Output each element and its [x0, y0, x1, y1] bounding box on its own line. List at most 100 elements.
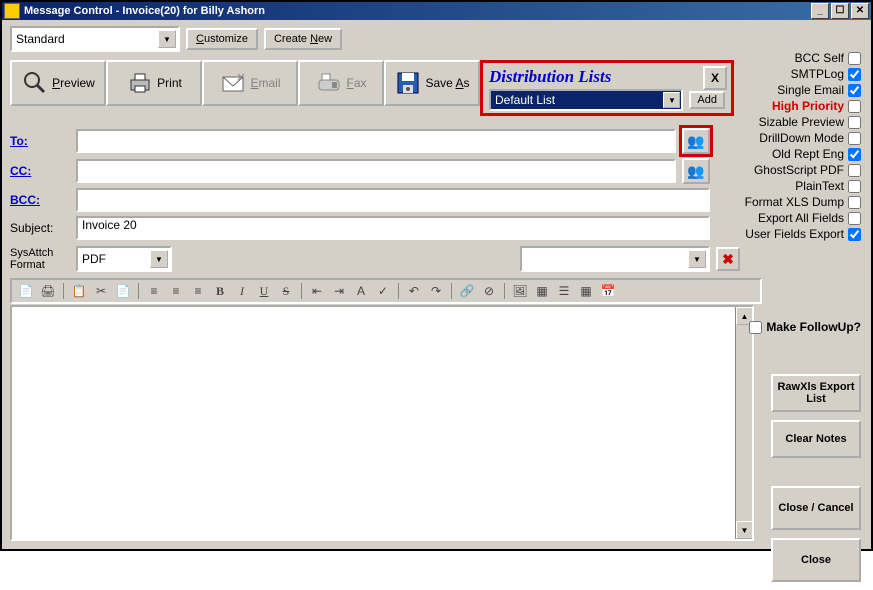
- bcc-self-checkbox[interactable]: [848, 52, 861, 65]
- high-priority-checkbox[interactable]: [848, 100, 861, 113]
- plaintext-checkbox[interactable]: [848, 180, 861, 193]
- export-all-label: Export All Fields: [758, 211, 844, 225]
- save-as-button[interactable]: Save As: [384, 60, 480, 106]
- user-fields-label: User Fields Export: [745, 227, 844, 241]
- printer-icon: [126, 69, 154, 97]
- old-rept-eng-checkbox[interactable]: [848, 148, 861, 161]
- distribution-add-button[interactable]: Add: [689, 91, 725, 109]
- font-icon[interactable]: A: [351, 282, 371, 300]
- customize-button[interactable]: Customize: [186, 28, 258, 50]
- export-all-checkbox[interactable]: [848, 212, 861, 225]
- image-icon[interactable]: 🖼: [510, 282, 530, 300]
- to-label[interactable]: To:: [10, 134, 70, 148]
- followup-label: Make FollowUp?: [766, 320, 861, 334]
- to-contacts-button[interactable]: 👥: [682, 128, 710, 154]
- smtplog-checkbox[interactable]: [848, 68, 861, 81]
- redo-icon[interactable]: ↷: [426, 282, 446, 300]
- format-xls-checkbox[interactable]: [848, 196, 861, 209]
- to-input[interactable]: [76, 129, 676, 153]
- attachment-dropdown[interactable]: ▼: [520, 246, 710, 272]
- titlebar: Message Control - Invoice(20) for Billy …: [2, 2, 871, 20]
- clear-notes-button[interactable]: Clear Notes: [771, 420, 861, 458]
- user-fields-checkbox[interactable]: [848, 228, 861, 241]
- rawxls-export-button[interactable]: RawXls Export List: [771, 374, 861, 412]
- link-icon[interactable]: 🔗: [457, 282, 477, 300]
- scroll-down-button[interactable]: ▼: [736, 521, 753, 539]
- distribution-close-button[interactable]: X: [703, 66, 727, 90]
- sysattach-label: SysAttch Format: [10, 247, 70, 271]
- bcc-label[interactable]: BCC:: [10, 193, 70, 207]
- date-icon[interactable]: 📅: [598, 282, 618, 300]
- drilldown-label: DrillDown Mode: [759, 131, 844, 145]
- unlink-icon[interactable]: ⊘: [479, 282, 499, 300]
- subject-input[interactable]: Invoice 20: [76, 216, 710, 240]
- undo-icon[interactable]: ↶: [404, 282, 424, 300]
- paste-icon[interactable]: 📄: [113, 282, 133, 300]
- chevron-down-icon: ▼: [158, 30, 176, 48]
- fax-label: Fax: [346, 76, 366, 90]
- create-new-button[interactable]: Create New: [264, 28, 342, 50]
- align-right-icon[interactable]: ≡: [188, 282, 208, 300]
- outdent-icon[interactable]: ⇤: [307, 282, 327, 300]
- cc-input[interactable]: [76, 159, 676, 183]
- bcc-self-label: BCC Self: [795, 51, 844, 65]
- maximize-button[interactable]: ☐: [831, 3, 849, 19]
- ghostscript-checkbox[interactable]: [848, 164, 861, 177]
- underline-button[interactable]: U: [254, 282, 274, 300]
- print-label: Print: [157, 76, 182, 90]
- email-label: Email: [250, 76, 280, 90]
- message-body-editor[interactable]: ▲ ▼: [10, 305, 754, 541]
- strike-button[interactable]: S: [276, 282, 296, 300]
- cut-icon[interactable]: ✂: [91, 282, 111, 300]
- main-toolbar: Preview Print Email Fax: [10, 60, 863, 116]
- message-control-window: Message Control - Invoice(20) for Billy …: [0, 0, 873, 551]
- plaintext-label: PlainText: [795, 179, 844, 193]
- envelope-icon: [219, 69, 247, 97]
- bcc-input[interactable]: [76, 188, 710, 212]
- minimize-button[interactable]: _: [811, 3, 829, 19]
- preview-button[interactable]: Preview: [10, 60, 106, 106]
- email-button[interactable]: Email: [202, 60, 298, 106]
- print-button[interactable]: Print: [106, 60, 202, 106]
- align-left-icon[interactable]: ≡: [144, 282, 164, 300]
- sizable-preview-checkbox[interactable]: [848, 116, 861, 129]
- distribution-selected: Default List: [495, 93, 555, 107]
- preset-dropdown[interactable]: Standard ▼: [10, 26, 180, 52]
- new-doc-icon[interactable]: 📄: [16, 282, 36, 300]
- print-icon[interactable]: 🖨: [38, 282, 58, 300]
- copy-icon[interactable]: 📋: [69, 282, 89, 300]
- editor-scrollbar[interactable]: ▲ ▼: [735, 307, 752, 539]
- fax-button[interactable]: Fax: [298, 60, 384, 106]
- subject-label: Subject:: [10, 221, 70, 235]
- sysattach-format-dropdown[interactable]: PDF ▼: [76, 246, 172, 272]
- chevron-down-icon: ▼: [688, 250, 706, 268]
- close-cancel-button[interactable]: Close / Cancel: [771, 486, 861, 530]
- single-email-label: Single Email: [777, 83, 844, 97]
- indent-icon[interactable]: ⇥: [329, 282, 349, 300]
- cc-contacts-button[interactable]: 👥: [682, 158, 710, 184]
- people-icon: 👥: [687, 163, 704, 180]
- cc-label[interactable]: CC:: [10, 164, 70, 178]
- attachment-path-input[interactable]: [178, 249, 514, 269]
- fax-icon: [315, 69, 343, 97]
- make-followup-checkbox[interactable]: [749, 321, 762, 334]
- close-window-button[interactable]: ✕: [851, 3, 869, 19]
- bullets-icon[interactable]: ☰: [554, 282, 574, 300]
- single-email-checkbox[interactable]: [848, 84, 861, 97]
- color-icon[interactable]: ▦: [532, 282, 552, 300]
- distribution-list-dropdown[interactable]: Default List ▼: [489, 89, 683, 111]
- table-icon[interactable]: ▦: [576, 282, 596, 300]
- save-as-label: Save As: [425, 76, 469, 90]
- align-center-icon[interactable]: ≡: [166, 282, 186, 300]
- remove-attachment-button[interactable]: ✖: [716, 247, 740, 271]
- drilldown-checkbox[interactable]: [848, 132, 861, 145]
- close-button[interactable]: Close: [771, 538, 861, 582]
- spell-icon[interactable]: ✓: [373, 282, 393, 300]
- preset-row: Standard ▼ Customize Create New: [10, 26, 863, 52]
- format-xls-label: Format XLS Dump: [745, 195, 844, 209]
- bold-button[interactable]: B: [210, 282, 230, 300]
- old-rept-eng-label: Old Rept Eng: [772, 147, 844, 161]
- app-icon: [4, 3, 20, 19]
- chevron-down-icon: ▼: [150, 250, 168, 268]
- italic-button[interactable]: I: [232, 282, 252, 300]
